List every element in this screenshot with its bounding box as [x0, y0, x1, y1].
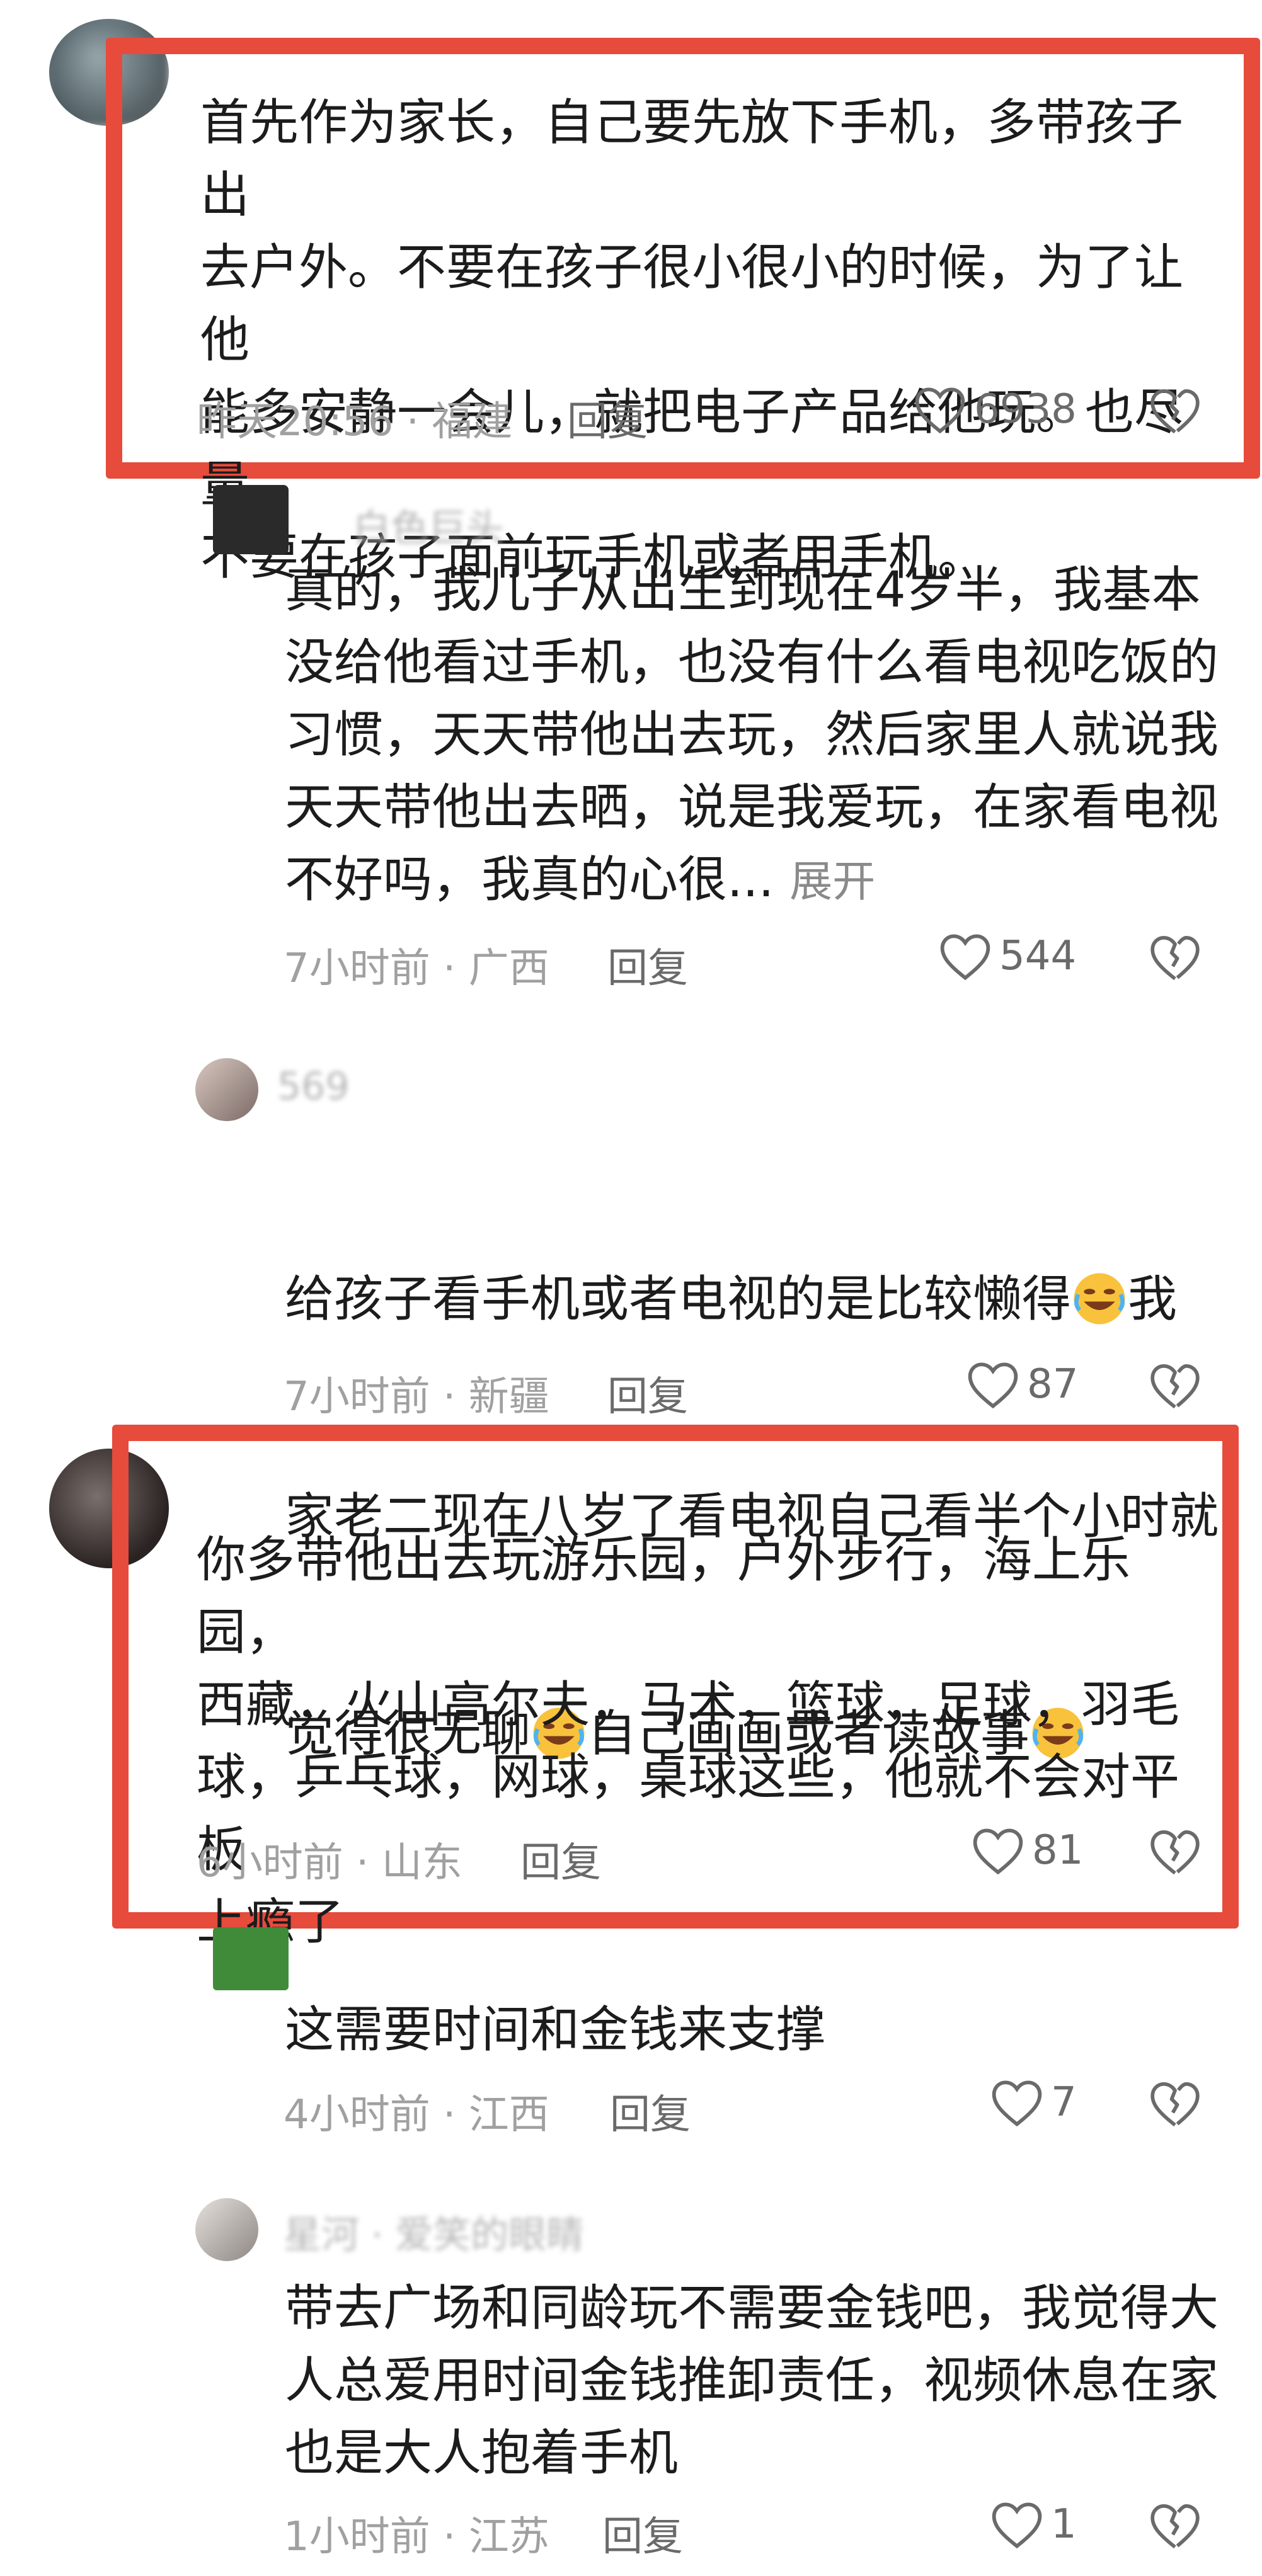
reply-button[interactable]: 回复: [607, 1364, 688, 1422]
comment-body: 真的，我儿子从出生到现在4岁半，我基本 没给他看过手机，也没有什么看电视吃饭的 …: [285, 562, 1219, 908]
avatar[interactable]: [195, 1058, 258, 1121]
comment-meta: 4小时前 · 江西: [284, 2092, 549, 2138]
like-button[interactable]: 544: [938, 931, 1076, 981]
user-name[interactable]: 569: [277, 1064, 350, 1108]
avatar[interactable]: [213, 1927, 289, 1990]
dislike-button[interactable]: [1148, 2500, 1202, 2553]
heart-outline-icon: [992, 2502, 1042, 2549]
dislike-button[interactable]: [1148, 932, 1202, 985]
heart-outline-icon: [940, 934, 990, 981]
like-count: 1: [1051, 2501, 1077, 2548]
like-count: 87: [1027, 1361, 1079, 1408]
heart-outline-icon: [915, 387, 965, 434]
like-button[interactable]: 1: [989, 2499, 1077, 2550]
reply-button[interactable]: 回复: [520, 1830, 601, 1888]
like-button[interactable]: 87: [965, 1359, 1078, 1410]
broken-heart-icon: [1150, 935, 1200, 981]
comment-meta: 7小时前 · 新疆: [284, 1374, 549, 1420]
broken-heart-icon: [1150, 1830, 1200, 1875]
like-button[interactable]: 7: [989, 2077, 1077, 2128]
dislike-button[interactable]: [1148, 1360, 1202, 1413]
reply-button[interactable]: 回复: [610, 2082, 691, 2140]
comment-text: 带去广场和同龄玩不需要金钱吧，我觉得大 人总爱用时间金钱推卸责任，视频休息在家 …: [285, 2280, 1219, 2482]
reply-button[interactable]: 回复: [607, 936, 688, 994]
comment-meta: 6小时前 · 山东: [197, 1840, 462, 1886]
heart-outline-icon: [973, 1828, 1023, 1875]
dislike-button[interactable]: [1148, 2078, 1202, 2131]
reply-button[interactable]: 回复: [602, 2504, 683, 2562]
avatar[interactable]: [213, 485, 289, 554]
broken-heart-icon: [1150, 389, 1200, 434]
heart-outline-icon: [968, 1362, 1018, 1409]
rofl-emoji-icon: [1074, 1273, 1125, 1325]
like-button[interactable]: 6938: [912, 384, 1077, 435]
reply-button[interactable]: 回复: [567, 389, 648, 447]
like-count: 7: [1051, 2079, 1077, 2126]
broken-heart-icon: [1150, 1364, 1200, 1409]
comment-line: 给孩子看手机或者电视的是比较懒得: [285, 1271, 1072, 1328]
like-button[interactable]: 81: [970, 1825, 1083, 1876]
dislike-button[interactable]: [1148, 1827, 1202, 1879]
broken-heart-icon: [1150, 2504, 1200, 2549]
like-count: 544: [999, 933, 1077, 979]
comment-text: 你多带他出去玩游乐园，户外步行，海上乐园， 西藏，火山高尔夫，马术，篮球，足球，…: [197, 1532, 1180, 1951]
comment-text: 这需要时间和金钱来支撑: [285, 2002, 826, 2058]
expand-link[interactable]: 展开: [789, 857, 875, 907]
like-count: 6938: [974, 386, 1077, 433]
user-name[interactable]: 白色巨头: [353, 498, 504, 552]
broken-heart-icon: [1150, 2082, 1200, 2127]
like-count: 81: [1032, 1827, 1084, 1874]
comment-meta: 7小时前 · 广西: [284, 945, 549, 992]
comment-meta: 1小时前 · 江苏: [284, 2514, 549, 2560]
comment-meta: 昨天20:56 · 福建: [197, 399, 513, 445]
comment-line: 我: [1128, 1271, 1178, 1328]
dislike-button[interactable]: [1148, 385, 1202, 438]
comment-text: 真的，我儿子从出生到现在4岁半，我基本 没给他看过手机，也没有什么看电视吃饭的 …: [285, 554, 1230, 918]
avatar[interactable]: [195, 2198, 258, 2261]
heart-outline-icon: [992, 2080, 1042, 2127]
user-name[interactable]: 星河 · 爱笑的眼睛: [284, 2204, 584, 2259]
